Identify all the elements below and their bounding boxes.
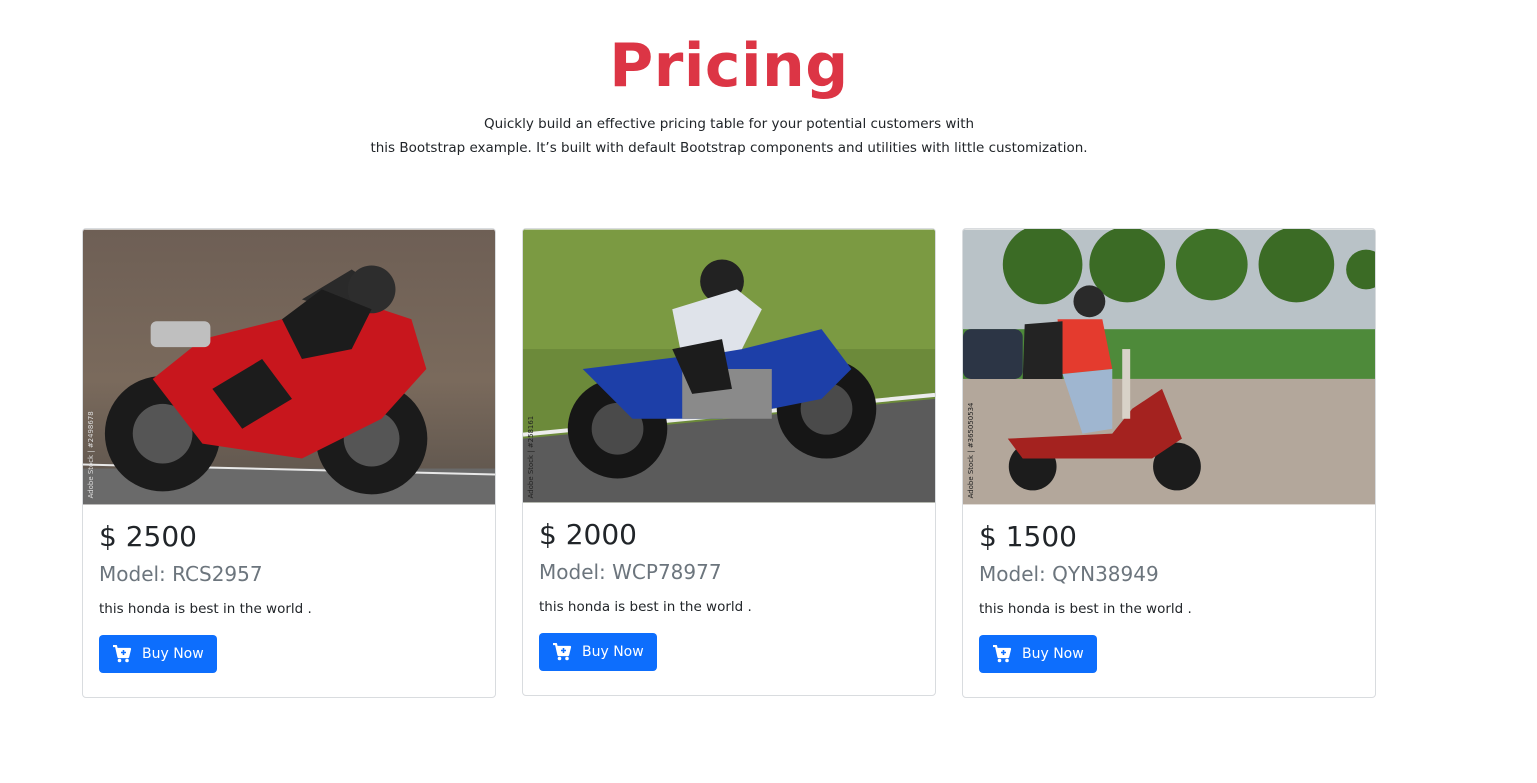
- sport-bike-image: Adobe Stock | #2498678: [83, 229, 495, 505]
- card-description: this honda is best in the world .: [979, 601, 1192, 617]
- buy-now-button[interactable]: Buy Now: [979, 635, 1097, 673]
- svg-text:Adobe Stock | #258161: Adobe Stock | #258161: [527, 416, 535, 499]
- naked-bike-image: Adobe Stock | #258161: [523, 229, 935, 503]
- lead-line-2: this Bootstrap example. It’s built with …: [370, 140, 1088, 156]
- card-model: Model: RCS2957: [99, 562, 263, 586]
- card-model: Model: WCP78977: [539, 560, 722, 584]
- buy-now-button[interactable]: Buy Now: [99, 635, 217, 673]
- buy-now-label: Buy Now: [142, 646, 204, 662]
- card-description: this honda is best in the world .: [539, 599, 752, 615]
- page-lead: Quickly build an effective pricing table…: [0, 112, 1458, 160]
- card-description: this honda is best in the world .: [99, 601, 312, 617]
- buy-now-label: Buy Now: [1022, 646, 1084, 662]
- card-price: $ 1500: [979, 520, 1077, 553]
- lead-line-1: Quickly build an effective pricing table…: [483, 116, 975, 132]
- pricing-card: Adobe Stock | #365050534 $ 1500 Model: Q…: [962, 228, 1376, 698]
- card-price: $ 2000: [539, 518, 637, 551]
- buy-now-label: Buy Now: [582, 644, 644, 660]
- cart-plus-icon: [113, 645, 132, 663]
- pricing-header: Pricing Quickly build an effective prici…: [0, 0, 1458, 160]
- pricing-card: Adobe Stock | #258161 $ 2000 Model: WCP7…: [522, 228, 936, 696]
- buy-now-button[interactable]: Buy Now: [539, 633, 657, 671]
- svg-text:Adobe Stock | #365050534: Adobe Stock | #365050534: [967, 402, 975, 498]
- cart-plus-icon: [993, 645, 1012, 663]
- card-model: Model: QYN38949: [979, 562, 1159, 586]
- page-title: Pricing: [609, 31, 849, 101]
- card-price: $ 2500: [99, 520, 197, 553]
- scooter-image: Adobe Stock | #365050534: [963, 229, 1375, 505]
- pricing-card: Adobe Stock | #2498678 $ 2500 Model: RCS…: [82, 228, 496, 698]
- svg-text:Adobe Stock | #2498678: Adobe Stock | #2498678: [87, 411, 95, 498]
- cart-plus-icon: [553, 643, 572, 661]
